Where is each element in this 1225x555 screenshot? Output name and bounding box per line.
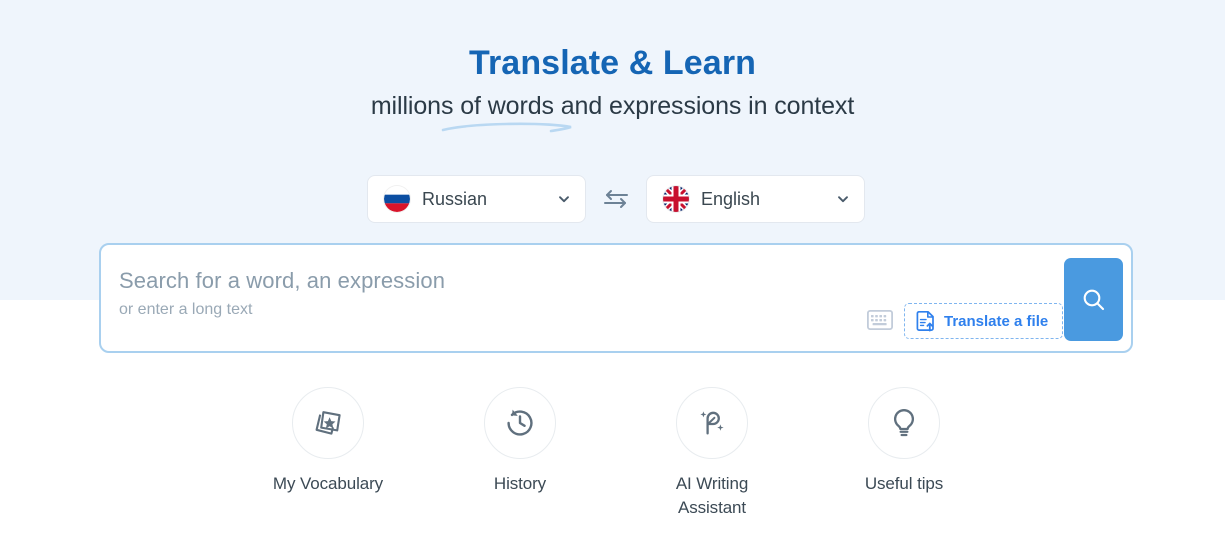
history-clock-icon (507, 409, 533, 436)
quick-link-useful-tips[interactable]: Useful tips (809, 387, 999, 496)
translation-home-page: Translate & Learn millions of words and … (0, 0, 1225, 555)
quick-link-label: History (493, 474, 547, 493)
page-title: Translate & Learn (468, 44, 757, 82)
quick-link-label: AI Writing Assistant (675, 474, 749, 517)
quick-link-my-vocabulary[interactable]: My Vocabulary (233, 387, 423, 496)
quick-links-row: My Vocabulary History AI Writing Assista… (0, 387, 1225, 527)
quick-link-icon-circle (868, 387, 940, 459)
quick-link-ai-writing-assistant[interactable]: AI Writing Assistant (617, 387, 807, 520)
quick-link-label: My Vocabulary (272, 474, 384, 493)
chevron-down-icon (838, 196, 848, 203)
translate-a-file-label: Translate a file (944, 312, 1049, 330)
subtitle-highlight-text: in context (748, 92, 855, 120)
source-language-label: Russian (422, 188, 488, 209)
subtitle-lead-text: millions of words and expressions (370, 92, 749, 120)
virtual-keyboard-button[interactable] (866, 309, 894, 331)
search-box[interactable]: Search for a word, an expression or ente… (99, 243, 1133, 353)
feather-sparkle-icon (700, 411, 724, 435)
search-input[interactable]: Search for a word, an expression or ente… (119, 267, 819, 320)
lightbulb-icon (894, 409, 914, 437)
quick-link-label: Useful tips (864, 474, 944, 493)
target-language-label: English (701, 188, 761, 209)
swap-languages-button[interactable] (600, 183, 632, 215)
flashcards-star-icon (315, 411, 341, 435)
quick-link-icon-circle (292, 387, 364, 459)
quick-link-history[interactable]: History (425, 387, 615, 496)
virtual-keyboard-icon (866, 309, 894, 331)
quick-link-icon-circle (676, 387, 748, 459)
source-language-select[interactable]: Russian (367, 175, 586, 223)
target-language-select[interactable]: English (646, 175, 865, 223)
search-icon (1083, 289, 1104, 310)
search-placeholder-main: Search for a word, an expression (119, 268, 446, 293)
quick-link-icon-circle (484, 387, 556, 459)
translate-a-file-button[interactable]: Translate a file (904, 303, 1064, 339)
uk-flag-icon (663, 186, 689, 212)
page-subtitle: millions of words and expressions in con… (0, 92, 1225, 121)
russia-flag-icon (384, 186, 410, 212)
search-placeholder-sub: or enter a long text (119, 301, 253, 318)
chevron-down-icon (559, 196, 569, 203)
search-button[interactable] (1064, 258, 1123, 341)
file-upload-icon (916, 310, 934, 332)
language-selector-bar: Russian English (0, 175, 1225, 223)
swap-arrows-icon (604, 190, 628, 208)
